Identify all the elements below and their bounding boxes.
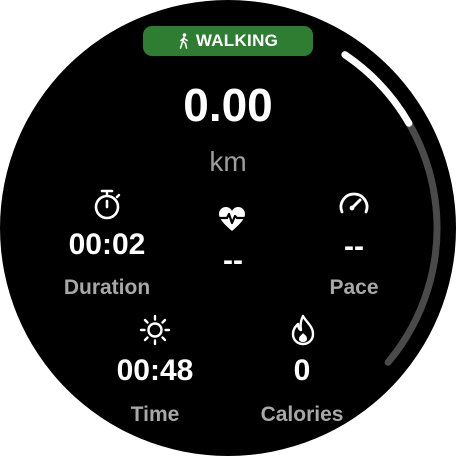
scroll-thumb[interactable] <box>341 51 413 127</box>
watch-face: WALKING 0.00 km 00:02 Duration -- -- Pac… <box>0 0 456 456</box>
scroll-indicator[interactable] <box>0 0 456 456</box>
